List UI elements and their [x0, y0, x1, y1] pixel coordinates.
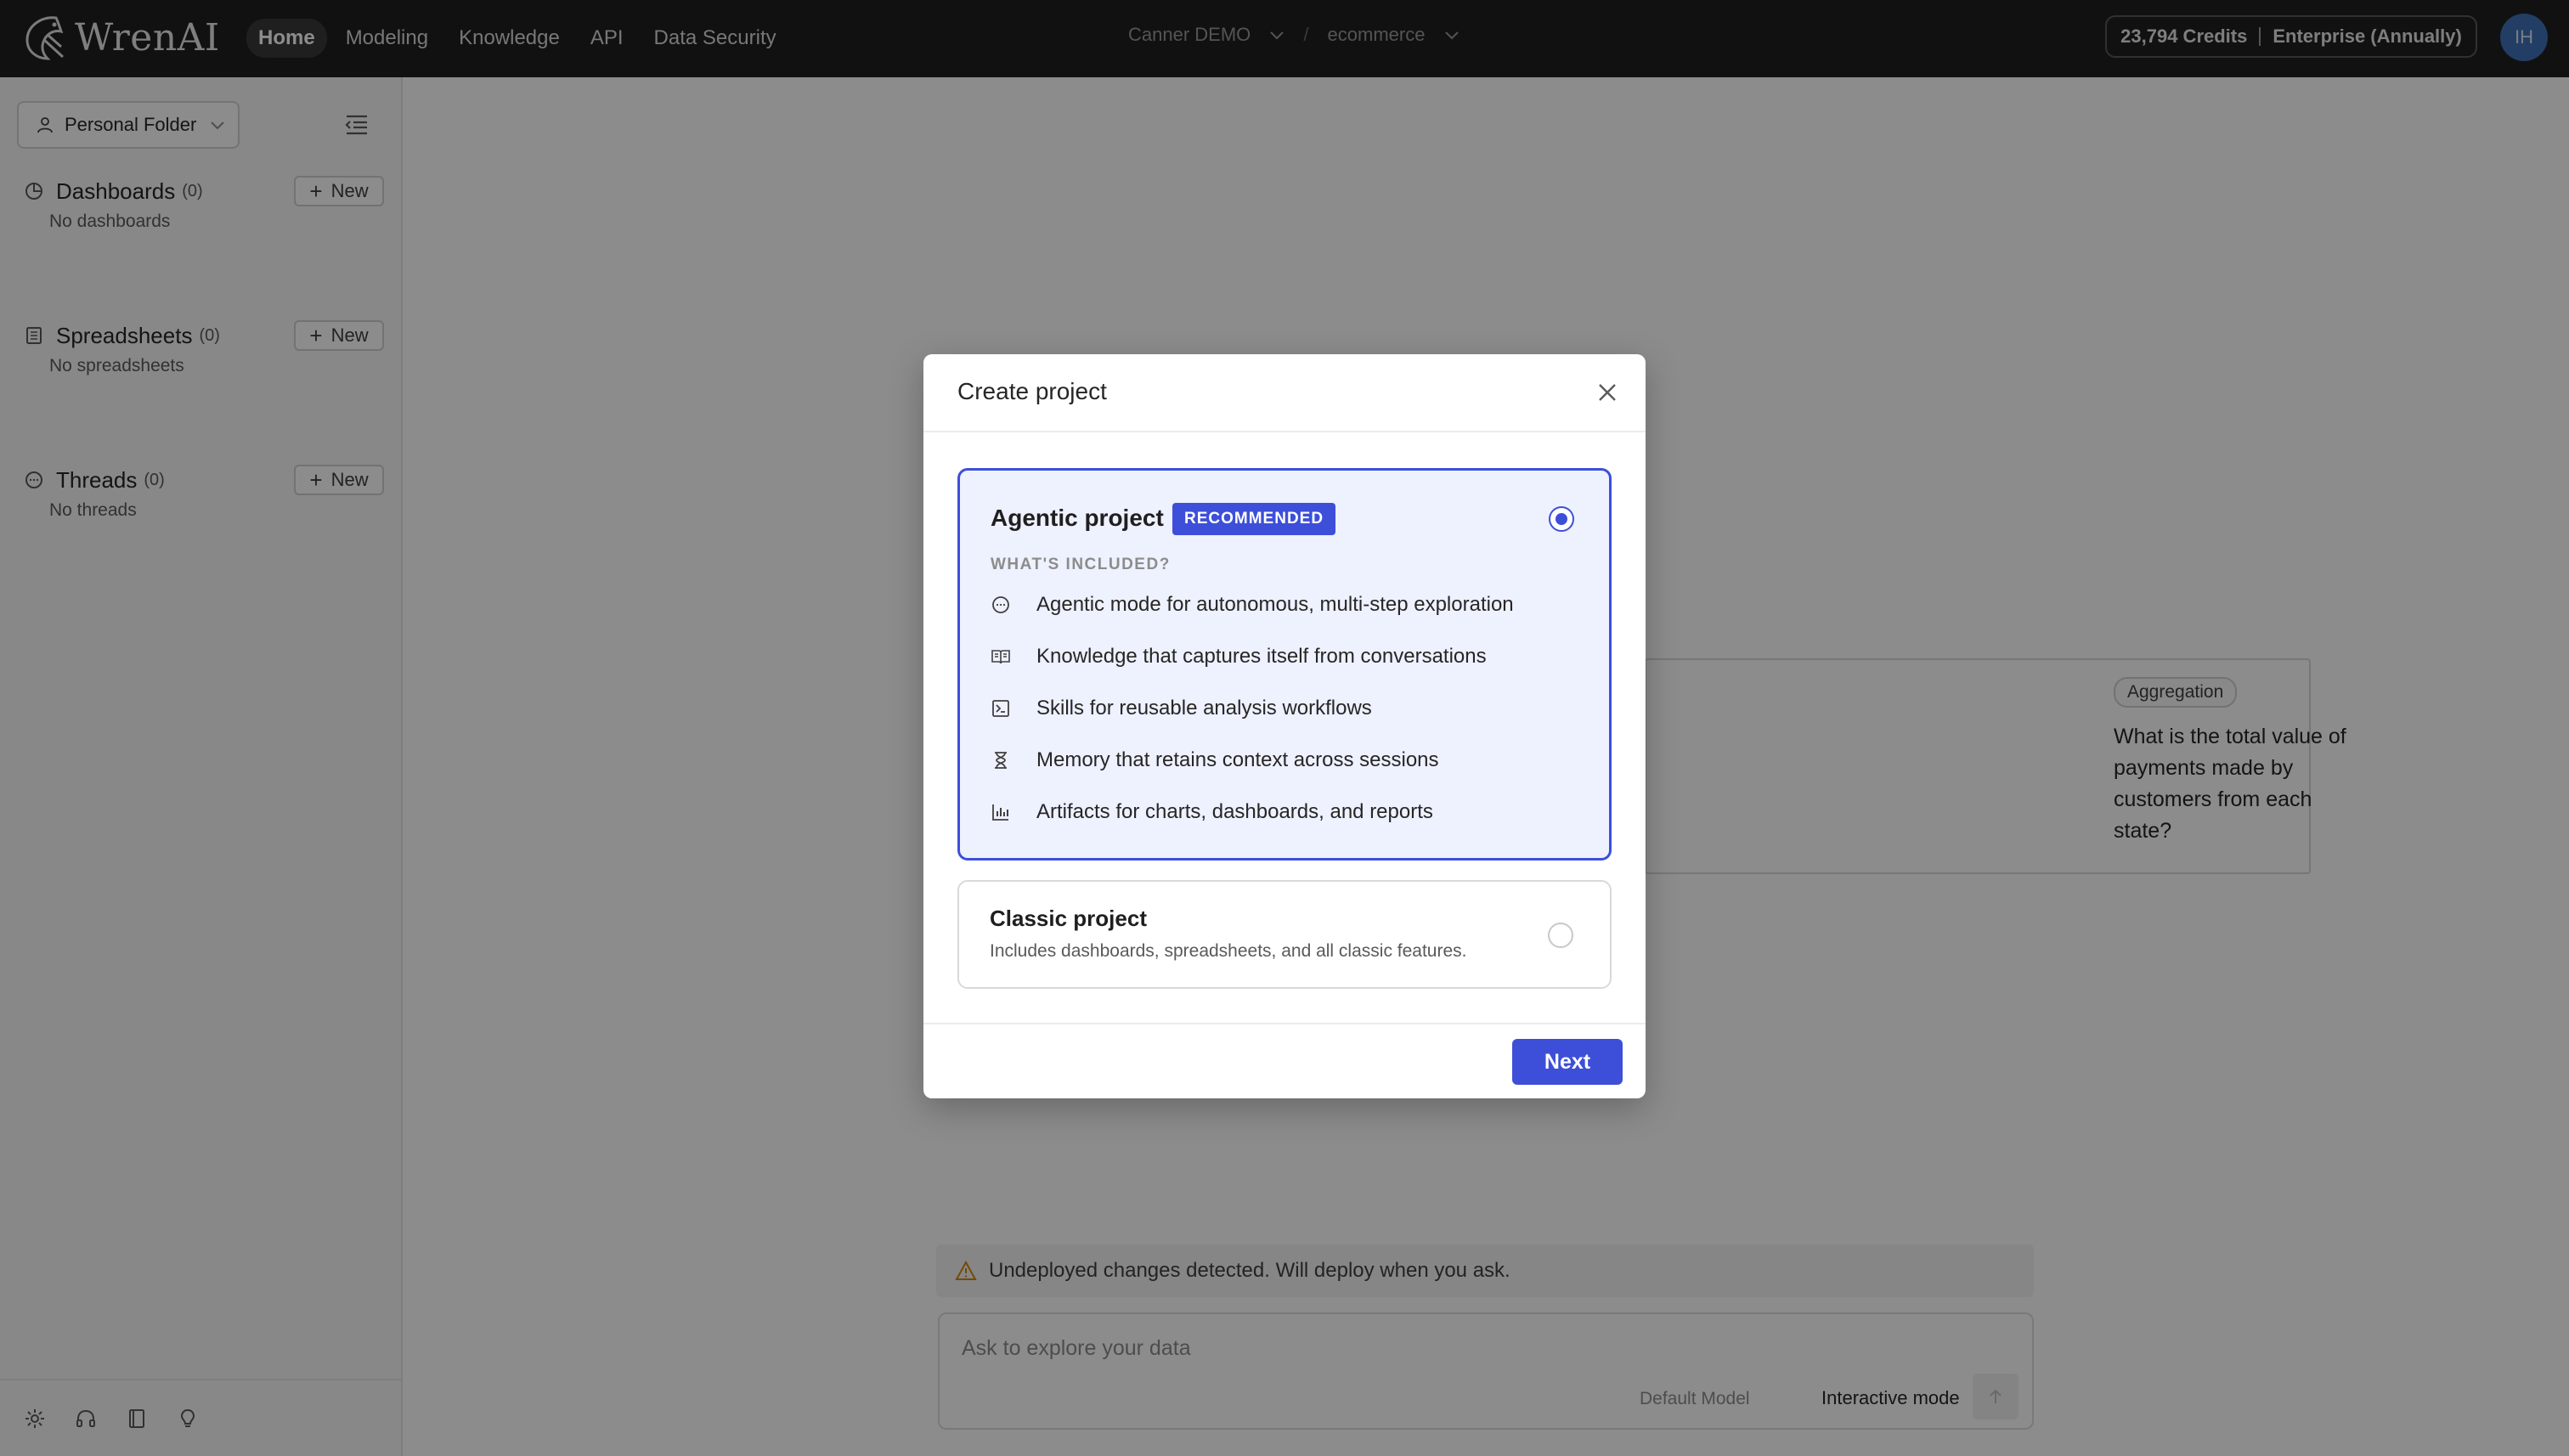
book-icon — [991, 650, 1010, 664]
option-title: Agentic project — [991, 505, 1164, 531]
next-button[interactable]: Next — [1512, 1039, 1623, 1085]
chat-bubble-icon — [992, 596, 1009, 613]
feature-text: Knowledge that captures itself from conv… — [1036, 645, 1487, 668]
recommended-badge: RECOMMENDED — [1172, 503, 1336, 535]
feature-item: Knowledge that captures itself from conv… — [991, 645, 1487, 669]
terminal-icon — [992, 700, 1009, 717]
feature-text: Skills for reusable analysis workflows — [1036, 697, 1372, 720]
agentic-project-option[interactable]: Agentic project RECOMMENDED WHAT'S INCLU… — [957, 468, 1612, 861]
dialog-header: Create project — [923, 354, 1646, 432]
feature-text: Memory that retains context across sessi… — [1036, 748, 1439, 771]
feature-item: Memory that retains context across sessi… — [991, 748, 1439, 772]
classic-radio[interactable] — [1548, 923, 1573, 948]
dialog-title: Create project — [957, 378, 1107, 404]
included-label: WHAT'S INCLUDED? — [991, 556, 1171, 573]
classic-project-option[interactable]: Classic project Includes dashboards, spr… — [957, 880, 1612, 989]
feature-text: Agentic mode for autonomous, multi-step … — [1036, 593, 1514, 616]
bar-chart-icon — [992, 804, 1008, 821]
close-icon[interactable] — [1595, 380, 1620, 405]
feature-item: Skills for reusable analysis workflows — [991, 697, 1372, 720]
feature-text: Artifacts for charts, dashboards, and re… — [1036, 800, 1433, 823]
option-title: Classic project — [990, 906, 1147, 931]
option-description: Includes dashboards, spreadsheets, and a… — [990, 941, 1467, 961]
feature-item: Agentic mode for autonomous, multi-step … — [991, 593, 1514, 617]
feature-item: Artifacts for charts, dashboards, and re… — [991, 800, 1433, 824]
hourglass-icon — [995, 752, 1007, 769]
dialog-footer: Next — [923, 1023, 1646, 1098]
create-project-dialog: Create project Agentic project RECOMMEND… — [923, 354, 1646, 1098]
agentic-radio[interactable] — [1549, 506, 1574, 532]
